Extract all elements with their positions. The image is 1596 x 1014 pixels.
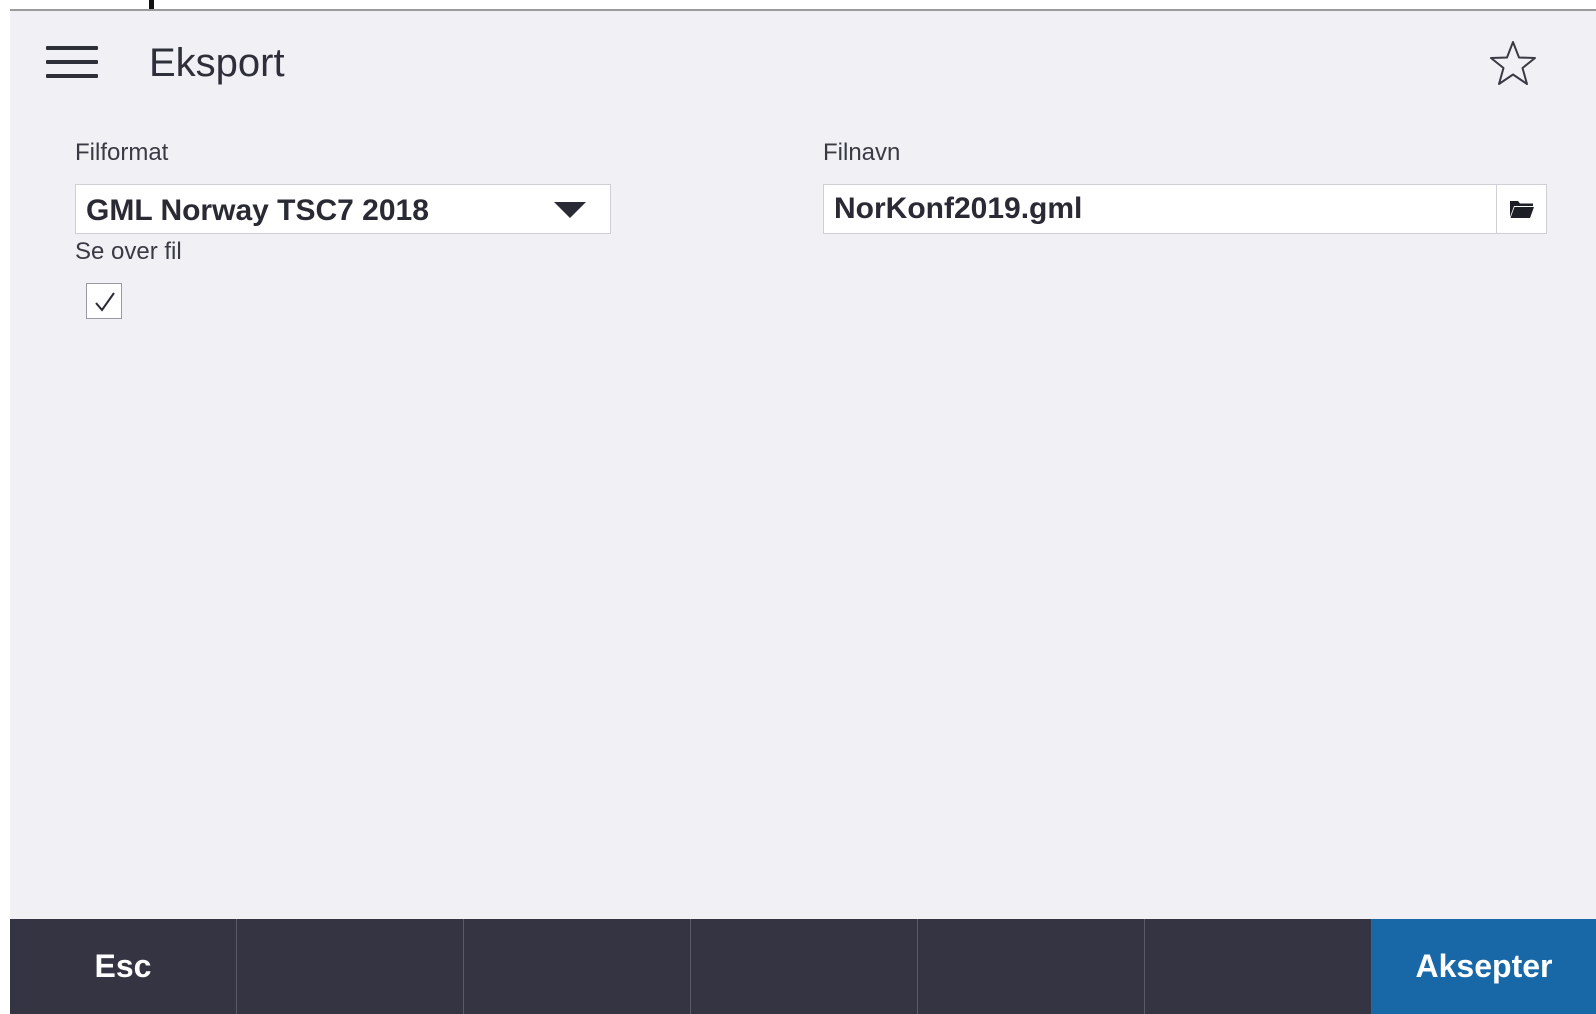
softkey-4[interactable] bbox=[691, 919, 918, 1014]
softkey-2[interactable] bbox=[237, 919, 464, 1014]
file-name-label: Filnavn bbox=[823, 139, 901, 166]
header-bar: Eksport bbox=[10, 11, 1596, 115]
file-format-select[interactable]: GML Norway TSC7 2018 bbox=[75, 184, 611, 234]
softkey-bar: Esc Aksepter bbox=[10, 919, 1596, 1014]
file-format-label: Filformat bbox=[75, 139, 169, 166]
menu-icon[interactable] bbox=[46, 44, 98, 82]
file-format-value: GML Norway TSC7 2018 bbox=[86, 194, 429, 227]
file-name-field bbox=[823, 184, 1547, 234]
text-cursor-mark bbox=[149, 0, 154, 9]
esc-button[interactable]: Esc bbox=[10, 919, 237, 1014]
page-title: Eksport bbox=[149, 41, 285, 85]
preview-checkbox[interactable] bbox=[86, 283, 122, 319]
checkmark-icon bbox=[95, 292, 115, 312]
preview-label: Se over fil bbox=[75, 238, 182, 265]
accept-button[interactable]: Aksepter bbox=[1372, 919, 1596, 1014]
export-screen: Eksport Filformat GML Norway TSC7 2018 F… bbox=[10, 9, 1596, 1014]
star-outline-icon[interactable] bbox=[1488, 39, 1538, 89]
browse-button[interactable] bbox=[1496, 185, 1546, 233]
softkey-6[interactable] bbox=[1145, 919, 1372, 1014]
caret-down-icon bbox=[554, 202, 586, 218]
softkey-3[interactable] bbox=[464, 919, 691, 1014]
file-name-input[interactable] bbox=[824, 185, 1496, 233]
softkey-5[interactable] bbox=[918, 919, 1145, 1014]
folder-icon bbox=[1510, 201, 1534, 218]
